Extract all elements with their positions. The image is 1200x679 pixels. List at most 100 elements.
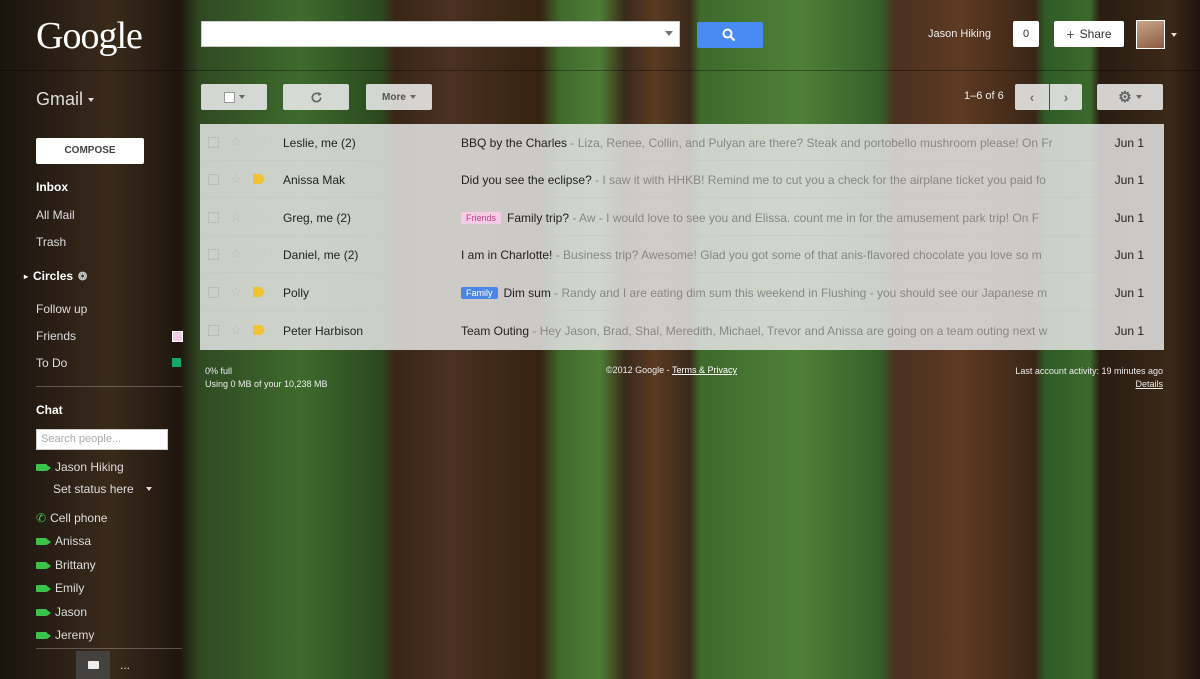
sidebar-item-friends[interactable]: Friends — [36, 329, 76, 343]
date: Jun 1 — [1114, 173, 1144, 187]
chat-contact-jason[interactable]: Jason — [36, 605, 87, 619]
row-checkbox[interactable] — [208, 287, 219, 298]
google-logo[interactable]: Google — [36, 14, 143, 58]
gmail-label: Gmail — [36, 89, 84, 109]
table-row[interactable]: ☆ Daniel, me (2) I am in Charlotte! - Bu… — [200, 236, 1164, 273]
row-checkbox[interactable] — [208, 212, 219, 223]
star-icon[interactable]: ☆ — [230, 209, 242, 225]
share-button[interactable]: + Share — [1054, 21, 1124, 47]
subject: I am in Charlotte! — [461, 248, 553, 262]
row-checkbox[interactable] — [208, 325, 219, 336]
sender: Daniel, me (2) — [283, 248, 359, 262]
chat-search-input[interactable]: Search people... — [36, 429, 168, 450]
subject-line: Friends Family trip? - Aw - I would love … — [461, 211, 1066, 225]
newer-button[interactable]: ‹ — [1015, 84, 1049, 110]
older-button[interactable]: › — [1050, 84, 1082, 110]
table-row[interactable]: ☆ Greg, me (2) Friends Family trip? - Aw … — [200, 199, 1164, 236]
subject-line: Team Outing - Hey Jason, Brad, Shal, Mer… — [461, 324, 1066, 338]
user-name[interactable]: Jason Hiking — [928, 28, 991, 40]
account-activity: Last account activity: 19 minutes ago De… — [1015, 365, 1163, 391]
importance-marker-icon[interactable] — [253, 174, 265, 184]
chat-contact-jeremy[interactable]: Jeremy — [36, 628, 94, 642]
table-row[interactable]: ☆ Polly Family Dim sum - Randy and I are … — [200, 274, 1164, 311]
importance-marker-icon[interactable] — [253, 212, 265, 222]
label-chip-family[interactable]: Family — [461, 287, 498, 299]
sender: Greg, me (2) — [283, 211, 352, 225]
todo-label-color[interactable] — [172, 358, 181, 367]
sidebar-item-inbox[interactable]: Inbox — [36, 180, 68, 194]
chat-contact-name: Jason — [55, 605, 88, 619]
gmail-menu[interactable]: Gmail — [36, 89, 95, 110]
sidebar-item-all-mail[interactable]: All Mail — [36, 208, 75, 222]
notifications-count[interactable]: 0 — [1013, 21, 1039, 47]
row-checkbox[interactable] — [208, 249, 219, 260]
subject: Dim sum — [503, 286, 551, 300]
chevron-down-icon — [409, 95, 416, 99]
details-link[interactable]: Details — [1015, 378, 1163, 391]
friends-label-color[interactable] — [172, 331, 183, 342]
subject: BBQ by the Charles — [461, 136, 568, 150]
sidebar-item-circles[interactable]: ▸ Circles ❂ — [24, 269, 87, 283]
importance-marker-icon[interactable] — [253, 249, 265, 259]
settings-button[interactable]: ⚙ — [1097, 84, 1163, 110]
table-row[interactable]: ☆ Peter Harbison Team Outing - Hey Jason… — [200, 312, 1164, 349]
compose-button[interactable]: COMPOSE — [36, 138, 144, 164]
sidebar-item-to-do[interactable]: To Do — [36, 356, 67, 370]
account-caret-icon[interactable] — [1171, 33, 1177, 37]
copyright: ©2012 Google - Terms & Privacy — [606, 365, 737, 375]
subject-line: BBQ by the Charles - Liza, Renee, Collin… — [461, 136, 1066, 150]
table-row[interactable]: ☆ Anissa Mak Did you see the eclipse? - … — [200, 161, 1164, 198]
star-icon[interactable]: ☆ — [230, 246, 242, 262]
expand-arrow-icon[interactable]: ▸ — [24, 272, 28, 281]
search-button[interactable] — [697, 22, 763, 48]
sidebar-item-follow-up[interactable]: Follow up — [36, 302, 87, 316]
chat-self[interactable]: Jason Hiking — [36, 460, 124, 474]
chevron-left-icon: ‹ — [1029, 89, 1035, 105]
subject: Family trip? — [507, 211, 570, 225]
more-options-button[interactable]: ... — [120, 658, 130, 672]
share-label: Share — [1079, 27, 1112, 41]
chat-contact-name: Jeremy — [55, 628, 95, 642]
importance-marker-icon[interactable] — [253, 325, 265, 335]
snippet: - Business trip? Awesome! Glad you got s… — [552, 248, 1042, 262]
chat-contact-brittany[interactable]: Brittany — [36, 558, 96, 572]
video-icon — [36, 537, 51, 545]
more-button[interactable]: More — [366, 84, 432, 110]
snippet: - Hey Jason, Brad, Shal, Meredith, Micha… — [529, 324, 1048, 338]
more-label: More — [382, 91, 406, 103]
search-options-caret-icon[interactable] — [665, 31, 673, 36]
chat-contact-anissa[interactable]: Anissa — [36, 534, 91, 548]
refresh-button[interactable] — [283, 84, 349, 110]
chevron-down-icon — [88, 98, 95, 103]
video-icon — [36, 561, 51, 569]
date: Jun 1 — [1114, 248, 1144, 262]
terms-link[interactable]: Terms & Privacy — [672, 365, 737, 375]
chat-contact-name: Brittany — [55, 558, 96, 572]
circles-icon: ❂ — [78, 270, 88, 283]
star-icon[interactable]: ☆ — [230, 171, 242, 187]
star-icon[interactable]: ☆ — [230, 134, 242, 150]
chat-contact-emily[interactable]: Emily — [36, 581, 84, 595]
chat-contact-cell-phone[interactable]: ✆ Cell phone — [36, 511, 107, 525]
chevron-down-icon — [145, 487, 152, 491]
search-input[interactable] — [201, 21, 680, 47]
star-icon[interactable]: ☆ — [230, 322, 242, 338]
activity-text: Last account activity: 19 minutes ago — [1015, 366, 1163, 376]
status-select[interactable]: Set status here — [53, 482, 152, 496]
snippet: - Randy and I are eating dim sum this we… — [550, 286, 1048, 300]
row-checkbox[interactable] — [208, 174, 219, 185]
importance-marker-icon[interactable] — [253, 287, 265, 297]
subject: Did you see the eclipse? — [461, 173, 592, 187]
select-all-button[interactable] — [201, 84, 267, 110]
star-icon[interactable]: ☆ — [230, 284, 242, 300]
importance-marker-icon[interactable] — [253, 137, 265, 147]
table-row[interactable]: ☆ Leslie, me (2) BBQ by the Charles - Li… — [200, 124, 1164, 161]
avatar[interactable] — [1136, 20, 1165, 49]
video-icon — [36, 608, 51, 616]
plus-icon: + — [1066, 26, 1075, 42]
sidebar-divider — [36, 386, 182, 387]
row-checkbox[interactable] — [208, 137, 219, 148]
sidebar-item-trash[interactable]: Trash — [36, 235, 66, 249]
chat-tab-button[interactable] — [76, 651, 110, 679]
label-chip-friends[interactable]: Friends — [461, 212, 502, 224]
